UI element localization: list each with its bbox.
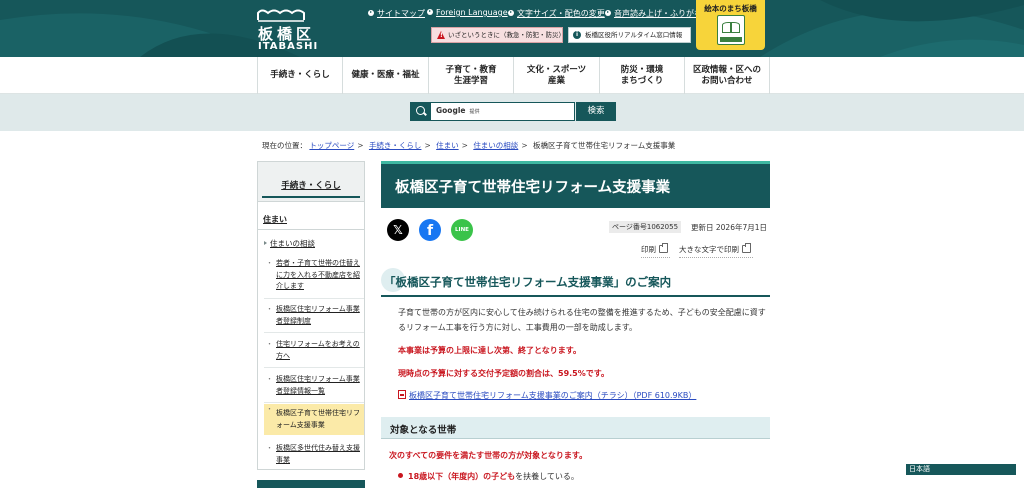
search-button[interactable]: 検索 [576,102,616,121]
side-nav-next-section [257,480,365,488]
side-nav-item-real-estate[interactable]: 若者・子育て世帯の住替えに力を入れる不動産店を紹介します [264,258,364,293]
gnav-item-health[interactable]: 健康・医療・福祉 [342,57,428,94]
side-nav-item-consult[interactable]: 住まいの相談 [264,238,315,249]
section-heading: 「板橋区子育て世帯住宅リフォーム支援事業」のご案内 [381,268,770,297]
ehon-banner-button[interactable]: 絵本のまち板橋 [696,0,765,50]
global-nav: 手続き・くらし 健康・医療・福祉 子育て・教育 生涯学習 文化・スポーツ 産業 … [0,57,1024,94]
breadcrumb-link-housing-consult[interactable]: 住まいの相談 [473,141,518,150]
pdf-flyer-link[interactable]: 板橋区子育て世帯住宅リフォーム支援事業のご案内（チラシ）（PDF 610.9KB… [398,390,696,401]
intro-paragraph: 子育て世帯の方が区内に安心して住み続けられる住宅の整備を推進するため、子どもの安… [398,308,766,332]
ehon-label: 絵本のまち板橋 [704,4,757,13]
side-nav-item-multi-generation[interactable]: 板橋区多世代住み替え支援事業 [264,443,364,466]
language-select[interactable]: 日本語 [906,464,1016,475]
util-link-voice-furigana[interactable]: 音声読み上げ・ふりがな [605,8,702,19]
printer-icon [742,243,751,253]
realtime-counter-button[interactable]: i 板橋区役所リアルタイム窓口情報 [568,27,691,43]
util-link-sitemap[interactable]: サイトマップ [368,8,425,19]
printer-icon [659,243,668,253]
breadcrumb-current: 板橋区子育て世帯住宅リフォーム支援事業 [533,141,676,150]
emergency-button[interactable]: いざというときに（救急・防犯・防災） [431,27,565,43]
emergency-label: いざというときに（救急・防犯・防災） [448,31,565,39]
search-icon [411,103,431,120]
side-nav-item-reform-guide[interactable]: 住宅リフォームをお考えの方へ [264,339,364,362]
side-nav-item-current[interactable]: 板橋区子育て世帯住宅リフォーム支援事業 [264,404,364,435]
realtime-label: 板橋区役所リアルタイム窓口情報 [585,31,683,39]
side-nav-item-reform-registration[interactable]: 板橋区住宅リフォーム事業者登録制度 [264,304,364,327]
print-large-button[interactable]: 大きな文字で印刷 [679,243,753,258]
info-icon: i [573,31,581,39]
eligibility-item: 18歳以下（年度内）の子どもを扶養している。 [398,471,579,482]
breadcrumb-link-housing[interactable]: 住まい [436,141,459,150]
pdf-icon [398,390,406,399]
line-share-icon[interactable]: LINE [451,219,473,241]
site-header: 板橋区 ITABASHI サイトマップ Foreign Language 文字サ… [0,0,1024,57]
search-placeholder: Google 提供 [436,106,480,115]
facebook-share-icon[interactable]: f [419,219,441,241]
side-nav-top-link[interactable]: 手続き・くらし [258,179,364,191]
gnav-item-procedures[interactable]: 手続き・くらし [257,57,342,94]
updated-date: 更新日 2026年7月1日 [691,223,768,232]
breadcrumb-link-top[interactable]: トップページ [309,141,354,150]
util-link-font-color[interactable]: 文字サイズ・配色の変更 [508,8,605,19]
gnav-item-disaster[interactable]: 防災・環境 まちづくり [599,57,684,94]
gnav-item-culture[interactable]: 文化・スポーツ 産業 [513,57,599,94]
gnav-item-childcare[interactable]: 子育て・教育 生涯学習 [428,57,513,94]
subsection-heading: 対象となる世帯 [381,417,770,439]
site-logo[interactable]: 板橋区 ITABASHI [256,7,317,52]
x-share-icon[interactable]: 𝕏 [387,219,409,241]
arrow-bullet-icon [427,8,433,15]
arrow-bullet-icon [605,9,611,16]
side-nav-item-reform-list[interactable]: 板橋区住宅リフォーム事業者登録情報一覧 [264,374,364,397]
arrow-bullet-icon [508,9,514,16]
bullet-icon [398,473,403,478]
notice-budget-limit: 本事業は予算の上限に達し次第、終了となります。 [398,346,581,355]
util-link-foreign-language[interactable]: Foreign Language [427,8,508,17]
breadcrumb-link-procedures[interactable]: 手続き・くらし [369,141,422,150]
breadcrumb-prefix: 現在の位置： [262,141,307,150]
logo-wave-icon [257,9,305,22]
logo-text-en: ITABASHI [258,41,319,52]
breadcrumb: 現在の位置： トップページ > 手続き・くらし > 住まい > 住まいの相談 > 板橋区… [262,141,676,150]
page-title-bar: 板橋区子育て世帯住宅リフォーム支援事業 [381,161,770,208]
side-nav-heading[interactable]: 住まい [263,214,287,225]
picture-book-icon [717,15,745,45]
warning-icon [437,31,445,39]
eligibility-intro: 次のすべての要件を満たす世帯の方が対象となります。 [389,451,588,460]
arrow-bullet-icon [368,9,374,16]
gnav-item-government[interactable]: 区政情報・区への お問い合わせ [684,57,770,94]
side-nav: 手続き・くらし 住まい 住まいの相談 若者・子育て世帯の住替えに力を入れる不動産… [257,161,365,470]
side-nav-top: 手続き・くらし [258,162,364,202]
search-input[interactable]: Google 提供 [410,102,575,121]
print-button[interactable]: 印刷 [641,243,670,258]
page-title: 板橋区子育て世帯住宅リフォーム支援事業 [395,180,671,196]
page-number: ページ番号1062055 [609,221,682,233]
notice-budget-ratio: 現時点の予算に対する交付予定額の割合は、59.5%です。 [398,369,609,378]
